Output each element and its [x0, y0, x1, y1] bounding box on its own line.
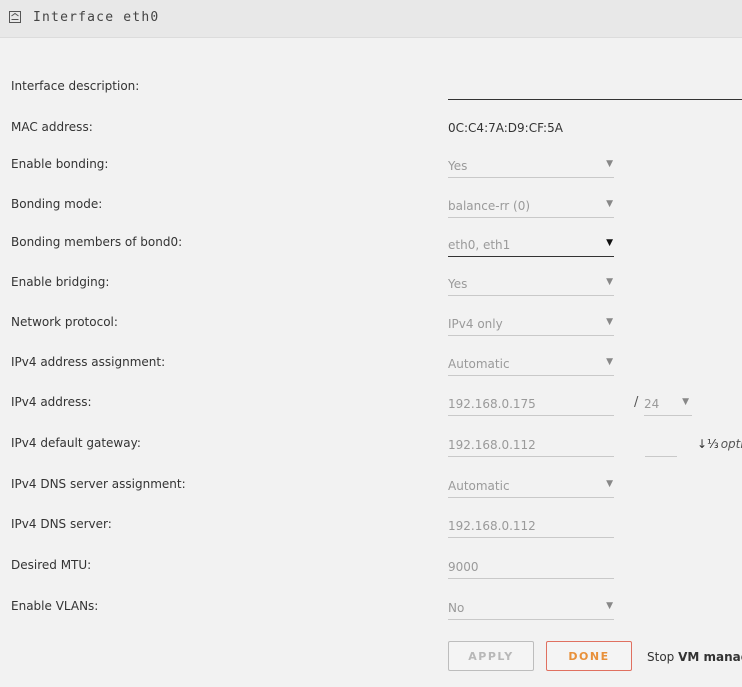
- row-mtu: Desired MTU: 9000: [0, 554, 742, 579]
- dns-server-label: IPv4 DNS server:: [11, 517, 112, 531]
- bonding-label: Enable bonding:: [11, 157, 109, 171]
- protocol-value: IPv4 only: [448, 317, 503, 331]
- optional-label: optio: [720, 437, 742, 451]
- optional-hint: ↓⅓optio: [697, 437, 742, 451]
- mac-label: MAC address:: [11, 120, 93, 134]
- description-input[interactable]: [448, 75, 742, 100]
- bonding-mode-value: balance-rr (0): [448, 199, 531, 213]
- mtu-value: 9000: [448, 560, 479, 574]
- stop-bold: VM manage: [678, 650, 742, 664]
- bridging-select[interactable]: Yes ▼: [448, 271, 614, 296]
- dns-assign-label: IPv4 DNS server assignment:: [11, 477, 186, 491]
- chevron-down-icon: ▼: [606, 159, 613, 169]
- vlans-select[interactable]: No ▼: [448, 595, 614, 620]
- chevron-down-icon: ▼: [606, 199, 613, 209]
- stop-prefix: Stop: [647, 650, 679, 664]
- prefix-slash: /: [634, 395, 639, 410]
- protocol-select[interactable]: IPv4 only ▼: [448, 311, 614, 336]
- ipv4-address-label: IPv4 address:: [11, 395, 92, 409]
- chevron-down-icon: ▼: [606, 317, 613, 327]
- ipv4-gateway-value: 192.168.0.112: [448, 438, 536, 452]
- prefix-length-value: 24: [644, 397, 660, 411]
- row-dns-assign: IPv4 DNS server assignment: Automatic ▼: [0, 473, 742, 498]
- row-dns-server: IPv4 DNS server: 192.168.0.112: [0, 513, 742, 538]
- chevron-down-icon: ▼: [606, 277, 613, 287]
- protocol-label: Network protocol:: [11, 315, 118, 329]
- description-label: Interface description:: [11, 79, 140, 93]
- dns-server-input[interactable]: 192.168.0.112: [448, 513, 614, 538]
- ipv4-gateway-input[interactable]: 192.168.0.112: [448, 432, 614, 457]
- dns-assign-value: Automatic: [448, 479, 510, 493]
- stop-vm-link[interactable]: Stop VM manage: [647, 650, 742, 664]
- ipv4-gateway-label: IPv4 default gateway:: [11, 436, 141, 450]
- bonding-select[interactable]: Yes ▼: [448, 153, 614, 178]
- prefix-length-select[interactable]: 24 ▼: [644, 391, 692, 416]
- bonding-members-select[interactable]: eth0, eth1 ▼: [448, 232, 614, 257]
- row-bonding-mode: Bonding mode: balance-rr (0) ▼: [0, 193, 742, 218]
- bonding-members-value: eth0, eth1: [448, 238, 511, 252]
- sort-numeric-icon: ↓⅓: [697, 437, 719, 451]
- row-mac: MAC address: 0C:C4:7A:D9:CF:5A: [0, 116, 742, 140]
- chevron-down-icon: ▼: [606, 479, 613, 489]
- done-button[interactable]: DONE: [546, 641, 632, 671]
- chevron-down-icon: ▼: [682, 397, 689, 407]
- ipv4-address-input[interactable]: 192.168.0.175: [448, 391, 614, 416]
- chevron-down-icon: ▼: [606, 601, 613, 611]
- bridging-value: Yes: [448, 277, 468, 291]
- row-ipv4-gateway: IPv4 default gateway: 192.168.0.112 ↓⅓ op…: [0, 432, 742, 457]
- row-protocol: Network protocol: IPv4 only ▼: [0, 311, 742, 336]
- row-bonding: Enable bonding: Yes ▼: [0, 153, 742, 178]
- apply-button[interactable]: APPLY: [448, 641, 534, 671]
- row-ipv4-assign: IPv4 address assignment: Automatic ▼: [0, 351, 742, 376]
- row-bonding-members: Bonding members of bond0: eth0, eth1 ▼: [0, 232, 742, 257]
- row-bridging: Enable bridging: Yes ▼: [0, 271, 742, 296]
- window-title: Interface eth0: [33, 10, 160, 25]
- row-description: Interface description:: [0, 75, 742, 100]
- ipv4-assign-select[interactable]: Automatic ▼: [448, 351, 614, 376]
- bridging-label: Enable bridging:: [11, 275, 110, 289]
- bonding-mode-label: Bonding mode:: [11, 197, 103, 211]
- bonding-members-label: Bonding members of bond0:: [11, 235, 183, 249]
- row-ipv4-address: IPv4 address: 192.168.0.175 / 24 ▼: [0, 391, 742, 416]
- ipv4-address-value: 192.168.0.175: [448, 397, 536, 411]
- chevron-down-icon: ▼: [606, 238, 613, 248]
- dns-server-value: 192.168.0.112: [448, 519, 536, 533]
- mac-value: 0C:C4:7A:D9:CF:5A: [448, 121, 563, 135]
- mtu-input[interactable]: 9000: [448, 554, 614, 579]
- network-interface-icon: [9, 11, 21, 23]
- window-titlebar: Interface eth0: [0, 0, 742, 38]
- vlans-value: No: [448, 601, 465, 615]
- ipv4-assign-label: IPv4 address assignment:: [11, 355, 166, 369]
- ipv4-assign-value: Automatic: [448, 357, 510, 371]
- bonding-value: Yes: [448, 159, 468, 173]
- bonding-mode-select[interactable]: balance-rr (0) ▼: [448, 193, 614, 218]
- chevron-down-icon: ▼: [606, 357, 613, 367]
- vlans-label: Enable VLANs:: [11, 599, 99, 613]
- dns-assign-select[interactable]: Automatic ▼: [448, 473, 614, 498]
- gateway-metric-input[interactable]: [645, 432, 677, 457]
- mtu-label: Desired MTU:: [11, 558, 92, 572]
- row-vlans: Enable VLANs: No ▼: [0, 595, 742, 620]
